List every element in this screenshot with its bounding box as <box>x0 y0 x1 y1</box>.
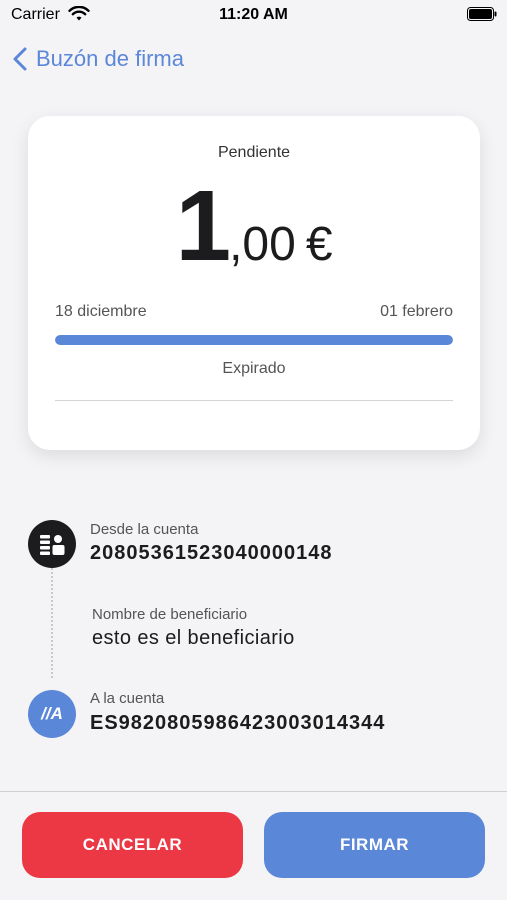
card-divider <box>55 400 453 401</box>
flow-connector <box>51 560 53 678</box>
amount-currency: € <box>305 218 333 271</box>
clock: 11:20 AM <box>219 6 288 23</box>
nav-bar: Buzón de firma <box>0 40 507 80</box>
beneficiary-name: esto es el beneficiario <box>92 627 295 649</box>
end-date: 01 febrero <box>380 303 453 320</box>
start-date: 18 diciembre <box>55 303 147 320</box>
bank-logo-text: //A <box>41 704 63 723</box>
status-bar: Carrier 11:20 AM <box>0 0 507 30</box>
to-account-label: A la cuenta <box>90 690 165 707</box>
expiry-status-label: Expirado <box>222 360 286 377</box>
from-account-label: Desde la cuenta <box>90 521 199 538</box>
beneficiary-label: Nombre de beneficiario <box>92 606 248 623</box>
signature-summary-card: Pendiente 1,00 € 18 diciembre 01 febrero … <box>28 116 480 450</box>
from-account-number: 20805361523040000148 <box>90 542 333 564</box>
status-label: Pendiente <box>217 144 291 161</box>
transfer-details: Desde la cuenta 20805361523040000148 Nom… <box>0 500 507 760</box>
bank-logo-icon: //A <box>28 690 76 738</box>
progress-fill <box>55 335 453 345</box>
amount-decimal: ,00 <box>229 218 296 271</box>
amount: 1,00 € <box>28 176 480 276</box>
chevron-left-icon[interactable] <box>11 46 29 72</box>
progress-bar <box>55 335 453 345</box>
amount-integer: 1 <box>175 170 231 282</box>
cancel-button[interactable]: CANCELAR <box>22 812 243 878</box>
to-account-number: ES9820805986423003014344 <box>90 712 386 734</box>
sign-button[interactable]: FIRMAR <box>264 812 485 878</box>
bank-account-icon <box>28 520 76 568</box>
battery-icon <box>467 7 497 21</box>
actions-divider <box>0 791 507 792</box>
back-button[interactable]: Buzón de firma <box>36 46 184 72</box>
